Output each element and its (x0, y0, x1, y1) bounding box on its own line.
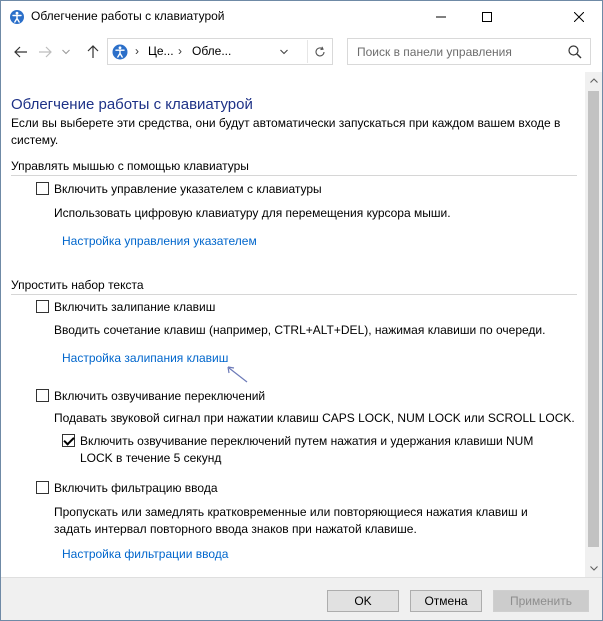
control-panel-icon (112, 44, 128, 60)
checkbox-box[interactable] (62, 434, 75, 447)
refresh-button[interactable] (307, 40, 331, 63)
maximize-icon (482, 11, 492, 22)
arrow-right-icon (39, 46, 52, 58)
ease-of-access-icon (10, 10, 24, 24)
section-heading: Упростить набор текста (11, 278, 144, 292)
up-button[interactable] (83, 42, 103, 62)
button-bar: OK Отмена Применить (1, 577, 602, 620)
content-pane: Облегчение работы с клавиатурой Если вы … (1, 72, 585, 577)
close-icon (574, 11, 584, 22)
checkbox-box[interactable] (36, 182, 49, 195)
section-divider (11, 294, 577, 295)
filter-keys-description: Пропускать или замедлять кратковременные… (54, 505, 528, 536)
back-button[interactable] (11, 42, 31, 62)
address-box[interactable]: › Це... › Обле... (107, 38, 333, 65)
section-mouse-keys: Управлять мышью с помощью клавиатуры (11, 159, 577, 176)
chevron-down-icon (589, 566, 598, 571)
section-divider (11, 175, 577, 176)
checkbox-box[interactable] (36, 300, 49, 313)
sticky-keys-settings-link[interactable]: Настройка залипания клавиш (62, 351, 228, 365)
arrow-left-icon (14, 46, 27, 58)
toggle-keys-checkbox[interactable]: Включить озвучивание переключений (36, 388, 265, 404)
address-history-button[interactable] (274, 40, 294, 63)
ok-button[interactable]: OK (327, 590, 399, 612)
pointer-arrow-icon (227, 366, 248, 383)
breadcrumb-item[interactable]: Це... (148, 44, 174, 58)
mouse-keys-checkbox[interactable]: Включить управление указателем с клавиат… (36, 181, 322, 197)
breadcrumb-item[interactable]: Обле... (192, 44, 231, 58)
minimize-icon (436, 16, 446, 17)
scroll-up-button[interactable] (585, 72, 602, 89)
recent-locations-button[interactable] (59, 42, 73, 62)
checkbox-label[interactable]: Включить залипание клавиш (54, 299, 215, 315)
intro-text: Если вы выберете эти средства, они будут… (11, 116, 561, 147)
checkbox-box[interactable] (36, 481, 49, 494)
checkbox-box[interactable] (36, 389, 49, 402)
arrow-up-icon (87, 45, 99, 58)
navigation-bar: › Це... › Обле... (1, 32, 602, 72)
page-title: Облегчение работы с клавиатурой (11, 96, 253, 113)
search-icon[interactable] (567, 44, 583, 60)
checkbox-label[interactable]: Включить озвучивание переключений (54, 388, 265, 404)
mouse-keys-description: Использовать цифровую клавиатуру для пер… (54, 206, 451, 220)
dialog-window: Облегчение работы с клавиатурой › Це... … (0, 0, 603, 621)
forward-button[interactable] (35, 42, 55, 62)
numlock-toggle-checkbox[interactable]: Включить озвучивание переключений путем … (62, 433, 562, 467)
checkbox-label[interactable]: Включить фильтрацию ввода (54, 480, 218, 496)
vertical-scrollbar[interactable] (585, 72, 602, 577)
breadcrumb-separator: › (178, 44, 182, 58)
cancel-button[interactable]: Отмена (410, 590, 482, 612)
search-input[interactable] (347, 38, 591, 65)
toggle-keys-description: Подавать звуковой сигнал при нажатии кла… (54, 411, 575, 425)
window-title: Облегчение работы с клавиатурой (31, 9, 225, 23)
breadcrumb-separator: › (135, 44, 139, 58)
checkbox-label[interactable]: Включить управление указателем с клавиат… (54, 181, 322, 197)
chevron-up-icon (589, 78, 598, 83)
filter-keys-settings-link[interactable]: Настройка фильтрации ввода (62, 547, 228, 561)
mouse-keys-settings-link[interactable]: Настройка управления указателем (62, 234, 257, 248)
close-button[interactable] (556, 1, 602, 32)
filter-keys-checkbox[interactable]: Включить фильтрацию ввода (36, 480, 218, 496)
section-heading: Управлять мышью с помощью клавиатуры (11, 159, 249, 173)
checkbox-label[interactable]: Включить озвучивание переключений путем … (80, 433, 562, 467)
maximize-button[interactable] (464, 1, 510, 32)
chevron-down-icon (62, 49, 70, 55)
chevron-down-icon (280, 49, 288, 54)
scroll-down-button[interactable] (585, 560, 602, 577)
apply-button: Применить (493, 590, 589, 612)
title-bar: Облегчение работы с клавиатурой (1, 1, 602, 32)
section-typing: Упростить набор текста (11, 278, 577, 295)
scrollbar-thumb[interactable] (588, 91, 599, 547)
sticky-keys-checkbox[interactable]: Включить залипание клавиш (36, 299, 215, 315)
refresh-icon (315, 46, 325, 56)
sticky-keys-description: Вводить сочетание клавиш (например, CTRL… (54, 323, 546, 337)
minimize-button[interactable] (418, 1, 464, 32)
